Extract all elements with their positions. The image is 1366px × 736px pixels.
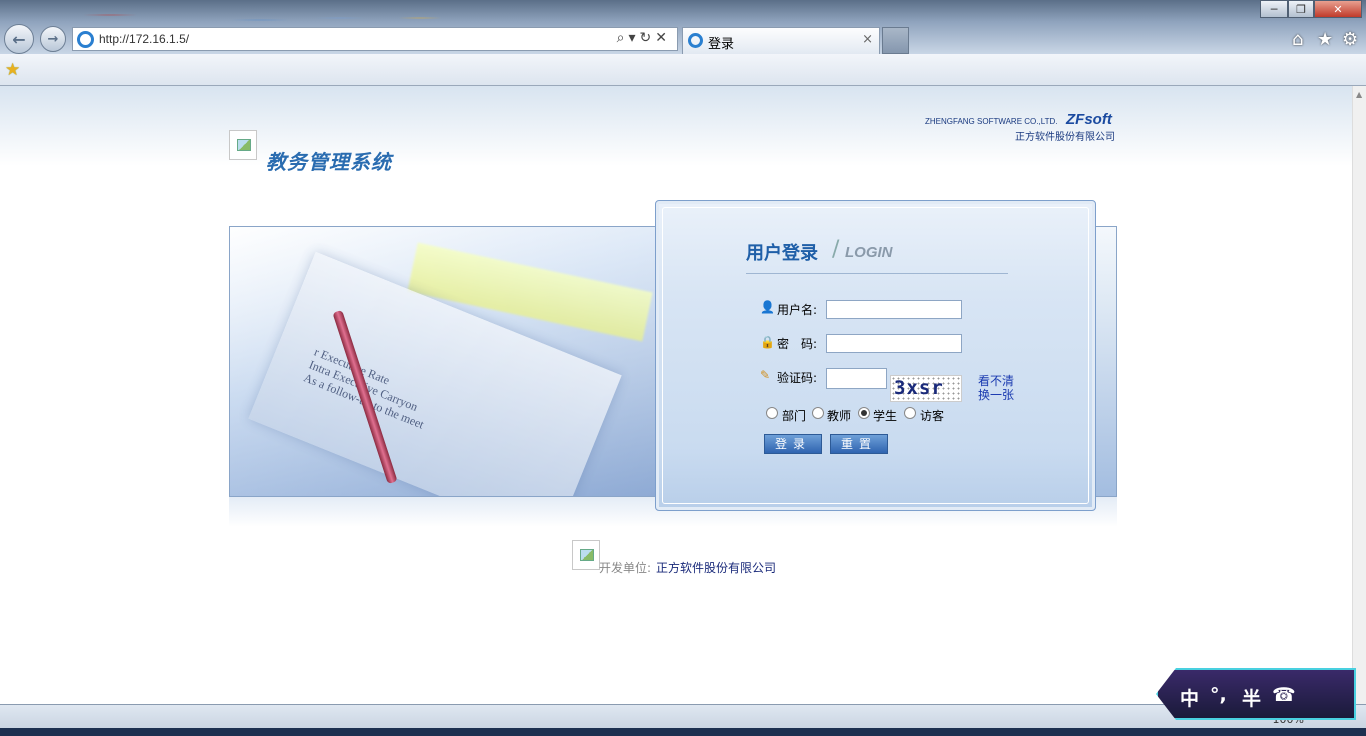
footer-dev-label: 开发单位:: [599, 561, 652, 575]
vertical-scrollbar[interactable]: ▲: [1352, 86, 1366, 704]
role-radio-student[interactable]: [858, 407, 870, 419]
login-title-separator: /: [832, 237, 840, 262]
banner-photo: r Executive Rate Intra Executive Carryon…: [230, 227, 660, 496]
home-icon[interactable]: ⌂: [1292, 29, 1303, 50]
login-title-divider: [746, 273, 1008, 274]
role-label-department[interactable]: 部门: [782, 407, 806, 424]
broken-image-icon: [572, 540, 600, 570]
password-label: 密 码:: [777, 337, 818, 351]
address-tools-icons[interactable]: ⌕▾↻✕: [617, 30, 671, 46]
tab-title: 登录: [708, 37, 735, 52]
new-tab-button[interactable]: [882, 27, 909, 54]
browser-chrome: ← → http://172.16.1.5/ ⌕▾↻✕ 登录 × ─ ❐ ✕ ⌂…: [0, 0, 1366, 54]
favorites-bar: ★: [0, 54, 1366, 86]
captcha-label: 验证码:: [777, 371, 818, 385]
close-window-button[interactable]: ✕: [1314, 0, 1362, 18]
page-title: 教务管理系统: [266, 150, 392, 174]
address-bar[interactable]: http://172.16.1.5/ ⌕▾↻✕: [72, 27, 678, 51]
ie-icon: [688, 33, 703, 48]
reset-button[interactable]: 重置: [830, 434, 888, 454]
footer-dev-company: 正方软件股份有限公司: [656, 561, 777, 575]
captcha-input[interactable]: [826, 368, 887, 389]
add-favorite-icon[interactable]: ★: [5, 60, 20, 80]
ime-punctuation[interactable]: °,: [1210, 684, 1227, 706]
captcha-refresh-link[interactable]: 看不清 换一张: [978, 374, 1014, 402]
role-radio-department[interactable]: [766, 407, 778, 419]
scroll-up-icon[interactable]: ▲: [1356, 90, 1362, 99]
page-content: 教务管理系统 ZHENGFANG SOFTWARE CO.,LTD. ZFsof…: [0, 86, 1352, 704]
lock-icon: 🔒: [760, 335, 775, 349]
minimize-button[interactable]: ─: [1260, 0, 1288, 18]
favorites-star-icon[interactable]: ★: [1317, 29, 1333, 50]
maximize-button[interactable]: ❐: [1288, 0, 1314, 18]
captcha-image[interactable]: 3xsr: [890, 375, 962, 402]
refresh-line-2[interactable]: 换一张: [978, 388, 1014, 402]
ime-settings-icon[interactable]: ☎: [1272, 684, 1296, 706]
role-radio-visitor[interactable]: [904, 407, 916, 419]
taskbar: [0, 728, 1366, 736]
header-gradient: [0, 86, 1352, 166]
tab-close-icon[interactable]: ×: [862, 32, 873, 47]
role-label-student[interactable]: 学生: [873, 407, 897, 424]
user-icon: 👤: [760, 300, 775, 314]
username-label: 用户名:: [777, 303, 818, 317]
ime-toolbar[interactable]: 中 °, 半 ☎: [1156, 668, 1356, 720]
role-label-visitor[interactable]: 访客: [920, 407, 944, 424]
broken-image-icon: [229, 130, 257, 160]
login-title: 用户登录: [746, 243, 818, 264]
company-name-en: ZHENGFANG SOFTWARE CO.,LTD.: [925, 117, 1058, 126]
gear-icon[interactable]: ⚙: [1342, 29, 1358, 50]
password-input[interactable]: [826, 334, 962, 353]
company-name-cn: 正方软件股份有限公司: [1015, 132, 1115, 143]
tab-login[interactable]: 登录 ×: [682, 27, 880, 54]
username-input[interactable]: [826, 300, 962, 319]
back-button[interactable]: ←: [4, 24, 34, 54]
company-logo: ZFsoft: [1066, 111, 1112, 128]
login-panel: 用户登录 / LOGIN 👤 用户名: 🔒 密 码: ✎ 验证码: 3xsr 看…: [655, 200, 1096, 511]
refresh-line-1[interactable]: 看不清: [978, 374, 1014, 388]
login-title-en: LOGIN: [845, 244, 893, 261]
address-url[interactable]: http://172.16.1.5/: [99, 32, 189, 46]
pencil-icon: ✎: [760, 368, 771, 382]
role-label-teacher[interactable]: 教师: [827, 407, 851, 424]
login-button[interactable]: 登录: [764, 434, 822, 454]
ime-halfwidth[interactable]: 半: [1242, 684, 1261, 711]
ime-chinese-mode[interactable]: 中: [1180, 684, 1199, 711]
role-radio-teacher[interactable]: [812, 407, 824, 419]
forward-button[interactable]: →: [40, 26, 66, 52]
ie-icon: [77, 31, 94, 48]
